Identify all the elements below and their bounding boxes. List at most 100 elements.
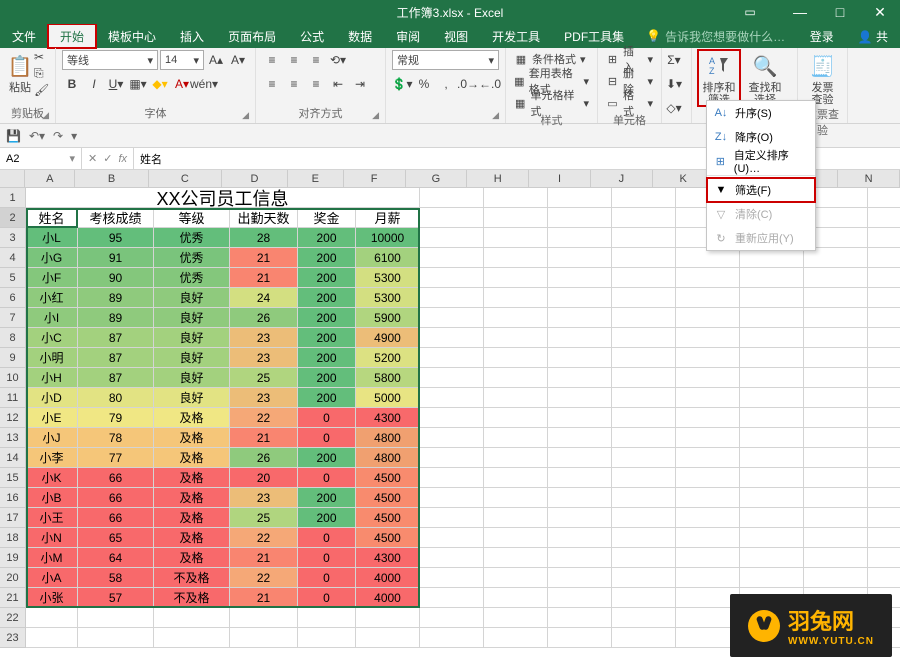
cell[interactable] [612, 328, 676, 348]
cell[interactable] [740, 328, 804, 348]
cell[interactable]: 0 [298, 548, 356, 568]
cell[interactable] [676, 528, 740, 548]
cell[interactable]: 4900 [356, 328, 420, 348]
cell[interactable]: 5200 [356, 348, 420, 368]
cell[interactable] [420, 268, 484, 288]
cell[interactable] [676, 428, 740, 448]
paste-button[interactable]: 📋 粘贴 [6, 50, 34, 94]
cell[interactable]: 77 [78, 448, 154, 468]
cell[interactable] [484, 208, 548, 228]
cell[interactable] [868, 508, 900, 528]
clear-icon[interactable]: ◇▾ [664, 98, 684, 118]
cell[interactable] [420, 628, 484, 648]
cell[interactable]: 200 [298, 308, 356, 328]
cell[interactable] [548, 328, 612, 348]
title-cell[interactable]: XX公司员工信息 [26, 188, 420, 208]
cell[interactable]: 小I [26, 308, 78, 328]
cell[interactable] [78, 628, 154, 648]
row-header-3[interactable]: 3 [0, 228, 26, 248]
share-button[interactable]: 👤 共 [846, 24, 900, 48]
row-header-4[interactable]: 4 [0, 248, 26, 268]
cell[interactable]: 26 [230, 308, 298, 328]
cell[interactable]: 小王 [26, 508, 78, 528]
cell[interactable] [612, 268, 676, 288]
restore-button[interactable]: □ [820, 0, 860, 24]
cell[interactable]: 奖金 [298, 208, 356, 228]
sort-filter-button[interactable]: AZ 排序和筛选 [698, 50, 740, 106]
cell[interactable] [420, 488, 484, 508]
cell[interactable] [548, 288, 612, 308]
cell[interactable]: 0 [298, 468, 356, 488]
cell[interactable] [484, 228, 548, 248]
cell[interactable]: 及格 [154, 408, 230, 428]
cell[interactable] [868, 528, 900, 548]
cell[interactable] [548, 488, 612, 508]
phonetic-button[interactable]: wén▾ [194, 74, 214, 94]
cell[interactable] [484, 288, 548, 308]
row-header-10[interactable]: 10 [0, 368, 26, 388]
cell[interactable]: 0 [298, 528, 356, 548]
cell[interactable] [420, 348, 484, 368]
cell[interactable] [484, 568, 548, 588]
cell[interactable] [484, 248, 548, 268]
cell[interactable] [154, 608, 230, 628]
cell[interactable] [78, 608, 154, 628]
cell[interactable]: 21 [230, 588, 298, 608]
cell[interactable] [548, 308, 612, 328]
border-button[interactable]: ▦▾ [128, 74, 148, 94]
cell[interactable]: 89 [78, 288, 154, 308]
cell[interactable] [612, 488, 676, 508]
undo-icon[interactable]: ↶▾ [29, 129, 45, 143]
name-box[interactable]: A2▾ [0, 148, 82, 169]
cell[interactable] [548, 608, 612, 628]
row-header-20[interactable]: 20 [0, 568, 26, 588]
cell[interactable] [548, 448, 612, 468]
cell[interactable] [740, 288, 804, 308]
cell[interactable] [484, 528, 548, 548]
cell[interactable] [548, 268, 612, 288]
cell[interactable]: 5300 [356, 268, 420, 288]
row-header-15[interactable]: 15 [0, 468, 26, 488]
cell[interactable] [868, 548, 900, 568]
cell[interactable] [868, 268, 900, 288]
cell[interactable] [676, 328, 740, 348]
cell[interactable] [420, 328, 484, 348]
cell[interactable]: 小J [26, 428, 78, 448]
cell[interactable]: 小李 [26, 448, 78, 468]
row-header-22[interactable]: 22 [0, 608, 26, 628]
cell[interactable] [676, 508, 740, 528]
cell[interactable] [740, 388, 804, 408]
comma-icon[interactable]: , [436, 74, 456, 94]
cell[interactable] [804, 448, 868, 468]
cell[interactable]: 25 [230, 508, 298, 528]
cell[interactable] [548, 628, 612, 648]
cell[interactable]: 及格 [154, 548, 230, 568]
cell[interactable]: 5300 [356, 288, 420, 308]
cell[interactable]: 5900 [356, 308, 420, 328]
fill-color-button[interactable]: ◆▾ [150, 74, 170, 94]
cell[interactable] [612, 448, 676, 468]
cell[interactable]: 21 [230, 268, 298, 288]
cell[interactable] [356, 628, 420, 648]
tab-开始[interactable]: 开始 [48, 24, 96, 48]
cell[interactable]: 优秀 [154, 228, 230, 248]
decrease-font-icon[interactable]: A▾ [228, 50, 248, 70]
cell[interactable]: 出勤天数 [230, 208, 298, 228]
cell[interactable] [804, 528, 868, 548]
indent-inc-icon[interactable]: ⇥ [350, 74, 370, 94]
cell[interactable]: 21 [230, 428, 298, 448]
cell[interactable]: 57 [78, 588, 154, 608]
cell[interactable]: 5000 [356, 388, 420, 408]
cell[interactable] [484, 428, 548, 448]
cell[interactable] [298, 628, 356, 648]
cell[interactable]: 良好 [154, 288, 230, 308]
cell[interactable]: 200 [298, 248, 356, 268]
cell[interactable] [612, 528, 676, 548]
tab-公式[interactable]: 公式 [288, 24, 336, 48]
cell[interactable] [868, 188, 900, 208]
cell[interactable]: 4000 [356, 568, 420, 588]
cell[interactable] [548, 588, 612, 608]
cell[interactable]: 24 [230, 288, 298, 308]
cell[interactable] [420, 248, 484, 268]
cell[interactable]: 良好 [154, 388, 230, 408]
